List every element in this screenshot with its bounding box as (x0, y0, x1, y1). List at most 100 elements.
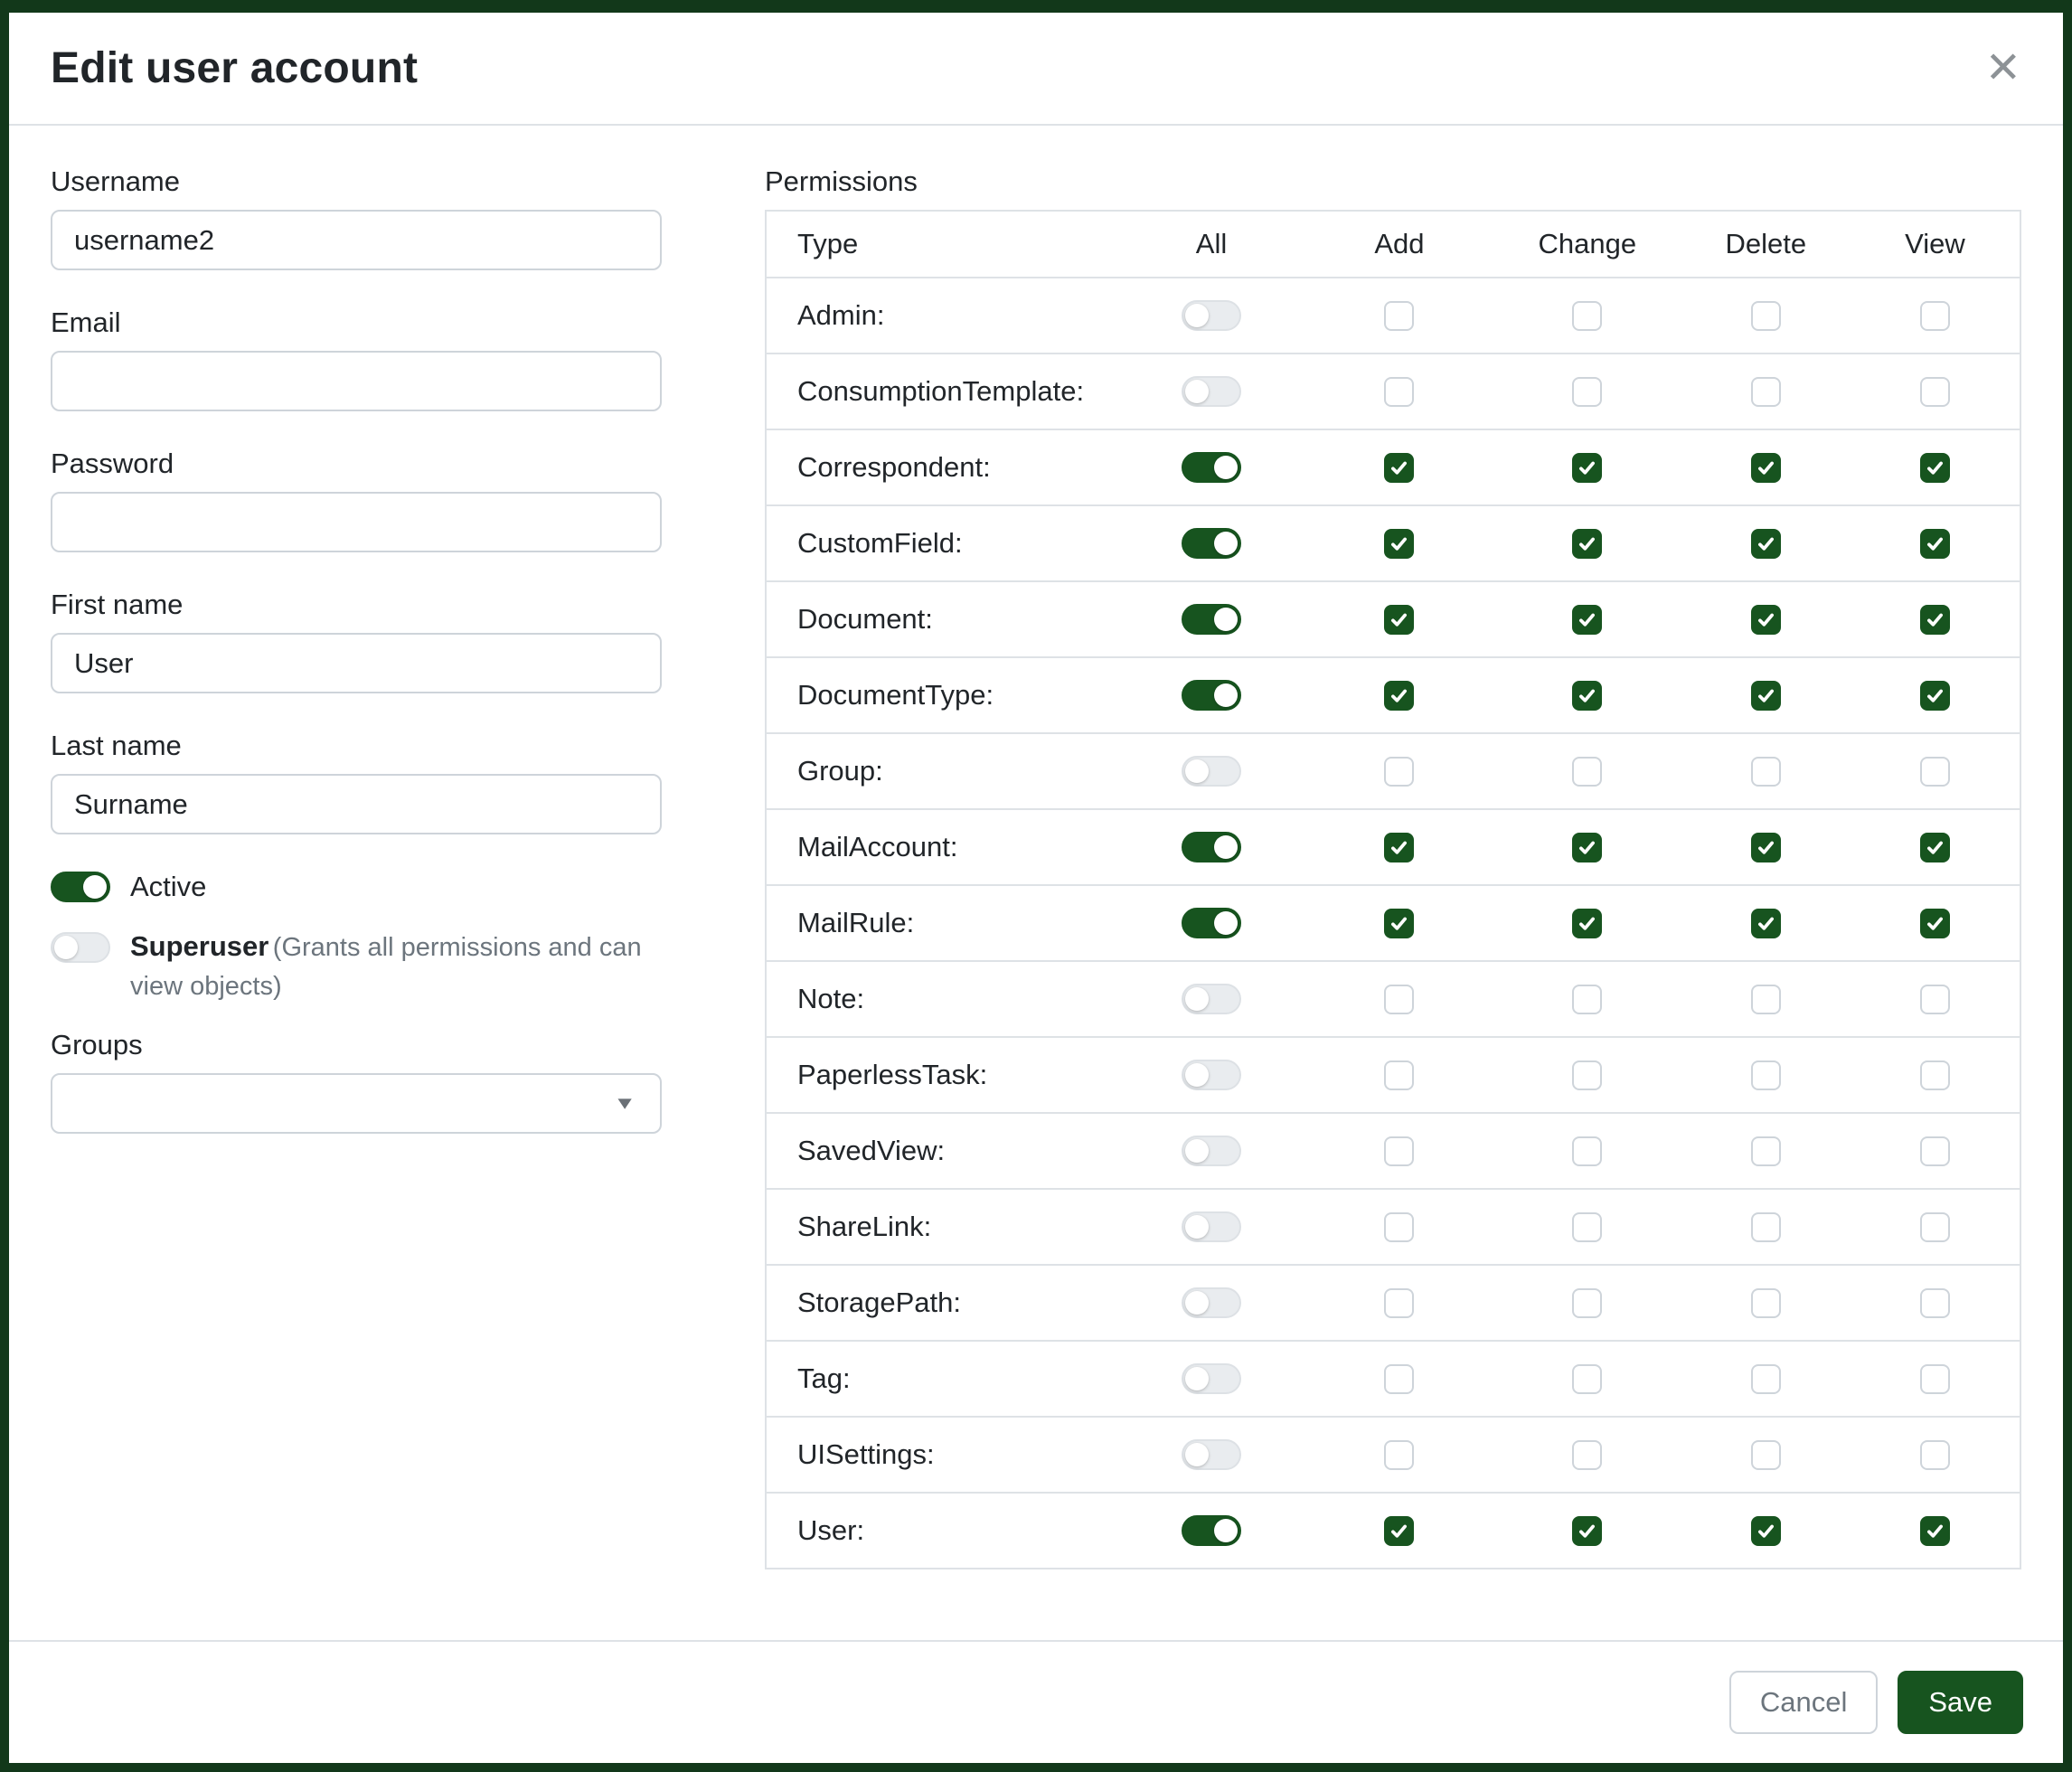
permission-row: ShareLink: (767, 1188, 2020, 1264)
permission-add-checkbox[interactable] (1384, 757, 1414, 787)
permission-all-toggle[interactable] (1182, 528, 1241, 559)
permission-add-checkbox[interactable] (1384, 605, 1414, 635)
permission-add-checkbox[interactable] (1384, 1364, 1414, 1394)
permission-delete-checkbox[interactable] (1751, 1136, 1781, 1166)
permission-view-cell (1851, 529, 2020, 559)
permission-type-label: Admin: (767, 299, 1117, 332)
permission-change-checkbox[interactable] (1572, 1060, 1602, 1090)
permission-add-checkbox[interactable] (1384, 1136, 1414, 1166)
permission-add-checkbox[interactable] (1384, 681, 1414, 711)
permission-view-checkbox[interactable] (1920, 909, 1950, 938)
active-toggle[interactable] (51, 872, 110, 902)
permission-all-toggle[interactable] (1182, 1136, 1241, 1166)
permission-change-checkbox[interactable] (1572, 1136, 1602, 1166)
permission-view-checkbox[interactable] (1920, 1060, 1950, 1090)
permission-all-toggle[interactable] (1182, 984, 1241, 1014)
permission-delete-checkbox[interactable] (1751, 453, 1781, 483)
permission-all-toggle[interactable] (1182, 1211, 1241, 1242)
username-input[interactable] (51, 210, 662, 270)
permission-all-toggle[interactable] (1182, 1287, 1241, 1318)
permission-view-checkbox[interactable] (1920, 681, 1950, 711)
first-name-input[interactable] (51, 633, 662, 693)
email-input[interactable] (51, 351, 662, 411)
permission-add-checkbox[interactable] (1384, 377, 1414, 407)
permission-view-cell (1851, 1516, 2020, 1546)
permission-change-checkbox[interactable] (1572, 1516, 1602, 1546)
save-button[interactable]: Save (1898, 1671, 2023, 1734)
permission-view-checkbox[interactable] (1920, 301, 1950, 331)
permission-change-checkbox[interactable] (1572, 1364, 1602, 1394)
permission-change-checkbox[interactable] (1572, 453, 1602, 483)
permission-all-toggle[interactable] (1182, 604, 1241, 635)
permission-all-toggle[interactable] (1182, 1060, 1241, 1090)
permission-all-toggle[interactable] (1182, 1363, 1241, 1394)
close-icon[interactable]: ✕ (1985, 47, 2021, 90)
permission-change-checkbox[interactable] (1572, 529, 1602, 559)
permission-view-checkbox[interactable] (1920, 1212, 1950, 1242)
permission-all-toggle[interactable] (1182, 908, 1241, 938)
permission-change-checkbox[interactable] (1572, 1288, 1602, 1318)
permission-delete-checkbox[interactable] (1751, 681, 1781, 711)
last-name-input[interactable] (51, 774, 662, 834)
permission-view-checkbox[interactable] (1920, 1288, 1950, 1318)
permission-view-checkbox[interactable] (1920, 833, 1950, 862)
permission-delete-checkbox[interactable] (1751, 1516, 1781, 1546)
permission-add-checkbox[interactable] (1384, 1288, 1414, 1318)
permission-delete-checkbox[interactable] (1751, 1440, 1781, 1470)
permission-add-checkbox[interactable] (1384, 1440, 1414, 1470)
cancel-button[interactable]: Cancel (1729, 1671, 1879, 1734)
permission-delete-checkbox[interactable] (1751, 377, 1781, 407)
permission-view-checkbox[interactable] (1920, 1516, 1950, 1546)
permission-change-checkbox[interactable] (1572, 985, 1602, 1014)
permission-delete-checkbox[interactable] (1751, 529, 1781, 559)
password-input[interactable] (51, 492, 662, 552)
permission-add-checkbox[interactable] (1384, 1212, 1414, 1242)
permission-change-checkbox[interactable] (1572, 833, 1602, 862)
permission-all-toggle[interactable] (1182, 300, 1241, 331)
permission-change-checkbox[interactable] (1572, 377, 1602, 407)
permission-all-toggle[interactable] (1182, 1439, 1241, 1470)
permission-view-checkbox[interactable] (1920, 1364, 1950, 1394)
permission-delete-checkbox[interactable] (1751, 1212, 1781, 1242)
permission-delete-checkbox[interactable] (1751, 605, 1781, 635)
permission-add-checkbox[interactable] (1384, 909, 1414, 938)
permission-all-toggle[interactable] (1182, 832, 1241, 862)
permission-all-toggle[interactable] (1182, 376, 1241, 407)
superuser-toggle[interactable] (51, 932, 110, 963)
permission-delete-checkbox[interactable] (1751, 985, 1781, 1014)
permission-change-checkbox[interactable] (1572, 301, 1602, 331)
permission-add-checkbox[interactable] (1384, 301, 1414, 331)
permission-delete-checkbox[interactable] (1751, 833, 1781, 862)
permission-delete-checkbox[interactable] (1751, 1364, 1781, 1394)
permission-change-checkbox[interactable] (1572, 605, 1602, 635)
permission-view-checkbox[interactable] (1920, 377, 1950, 407)
permission-add-checkbox[interactable] (1384, 833, 1414, 862)
permission-view-checkbox[interactable] (1920, 757, 1950, 787)
permission-view-checkbox[interactable] (1920, 529, 1950, 559)
permission-view-checkbox[interactable] (1920, 1440, 1950, 1470)
permission-add-checkbox[interactable] (1384, 453, 1414, 483)
permission-delete-checkbox[interactable] (1751, 301, 1781, 331)
permission-add-checkbox[interactable] (1384, 1516, 1414, 1546)
permission-delete-checkbox[interactable] (1751, 909, 1781, 938)
permission-all-toggle[interactable] (1182, 756, 1241, 787)
permission-all-toggle[interactable] (1182, 1515, 1241, 1546)
permission-change-checkbox[interactable] (1572, 909, 1602, 938)
permission-view-checkbox[interactable] (1920, 605, 1950, 635)
permission-add-checkbox[interactable] (1384, 985, 1414, 1014)
permission-change-checkbox[interactable] (1572, 1212, 1602, 1242)
permission-add-checkbox[interactable] (1384, 529, 1414, 559)
permission-change-checkbox[interactable] (1572, 757, 1602, 787)
permission-delete-checkbox[interactable] (1751, 757, 1781, 787)
permission-view-checkbox[interactable] (1920, 453, 1950, 483)
permission-all-toggle[interactable] (1182, 452, 1241, 483)
permission-add-checkbox[interactable] (1384, 1060, 1414, 1090)
permission-view-checkbox[interactable] (1920, 1136, 1950, 1166)
permission-delete-checkbox[interactable] (1751, 1288, 1781, 1318)
permission-change-checkbox[interactable] (1572, 681, 1602, 711)
permission-delete-checkbox[interactable] (1751, 1060, 1781, 1090)
permission-view-checkbox[interactable] (1920, 985, 1950, 1014)
groups-select[interactable]: ▼ (51, 1073, 662, 1134)
permission-all-toggle[interactable] (1182, 680, 1241, 711)
permission-change-checkbox[interactable] (1572, 1440, 1602, 1470)
